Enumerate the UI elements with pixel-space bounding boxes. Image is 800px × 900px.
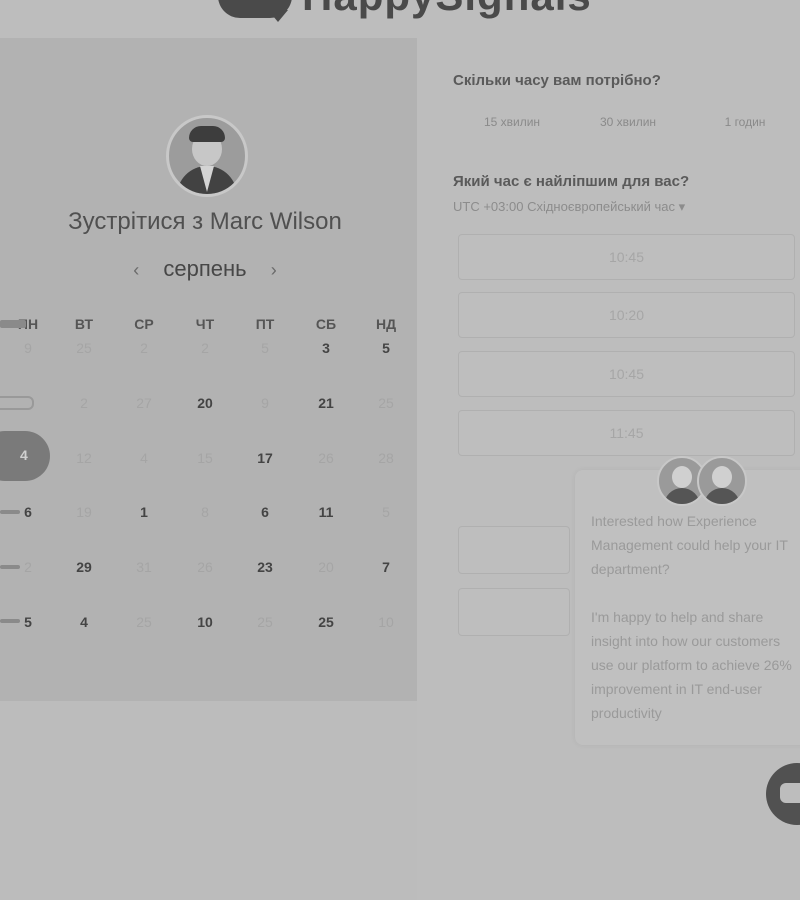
calendar-day[interactable]: 25 — [245, 614, 285, 630]
calendar-day[interactable]: 8 — [185, 504, 225, 520]
time-question: Який час є найліпшим для вас? — [453, 173, 690, 190]
chevron-right-icon[interactable]: › — [271, 260, 277, 281]
calendar-day[interactable]: 3 — [306, 340, 346, 356]
calendar-day[interactable]: 4 — [124, 450, 164, 466]
logo-icon — [218, 0, 292, 22]
calendar-day[interactable]: 12 — [64, 450, 104, 466]
calendar-day[interactable]: 29 — [64, 559, 104, 575]
calendar-day[interactable]: 23 — [245, 559, 285, 575]
calendar-day[interactable]: 20 — [306, 559, 346, 575]
calendar-day[interactable]: 9 — [8, 340, 48, 356]
calendar-day[interactable]: 25 — [366, 395, 406, 411]
calendar-day[interactable]: 25 — [124, 614, 164, 630]
calendar-day[interactable]: 7 — [366, 559, 406, 575]
time-slot[interactable]: 10:20 — [458, 292, 795, 338]
month-label: серпень — [163, 256, 247, 281]
weekday-fri: ПТ — [255, 316, 275, 332]
calendar-day[interactable]: 5 — [8, 614, 48, 630]
calendar-day[interactable]: 11 — [306, 504, 346, 520]
duration-option-15[interactable]: 15 хвилин — [458, 107, 566, 137]
selected-day-label: 4 — [20, 447, 28, 463]
weekday-wed: СР — [134, 316, 154, 332]
agent-avatar — [697, 456, 747, 506]
weekday-sun: НД — [375, 316, 397, 332]
day-outline-marker — [0, 396, 34, 410]
chat-message-p1: Interested how Experience Management cou… — [591, 513, 788, 577]
calendar-day[interactable]: 25 — [64, 340, 104, 356]
calendar-day[interactable]: 4 — [64, 614, 104, 630]
calendar-day[interactable]: 5 — [366, 340, 406, 356]
calendar-day[interactable]: 1 — [124, 504, 164, 520]
calendar-day[interactable]: 26 — [185, 559, 225, 575]
calendar-day[interactable]: 10 — [366, 614, 406, 630]
calendar-day[interactable]: 2 — [8, 559, 48, 575]
weekday-sat: СБ — [315, 316, 337, 332]
time-slot[interactable]: 11:45 — [458, 410, 795, 456]
calendar-day[interactable]: 15 — [185, 450, 225, 466]
month-navigation: ‹ серпень › — [0, 256, 410, 282]
calendar-day[interactable]: 25 — [306, 614, 346, 630]
chevron-left-icon[interactable]: ‹ — [133, 260, 139, 281]
calendar-day[interactable]: 6 — [245, 504, 285, 520]
meeting-title: Зустрітися з Marc Wilson — [68, 208, 342, 235]
calendar-day[interactable]: 27 — [124, 395, 164, 411]
calendar-day[interactable]: 5 — [366, 504, 406, 520]
calendar-day[interactable]: 21 — [306, 395, 346, 411]
selected-day[interactable]: 4 — [0, 431, 50, 481]
calendar-day[interactable]: 28 — [366, 450, 406, 466]
brand-logo-text: HappySignals — [302, 0, 592, 20]
calendar-day[interactable]: 26 — [306, 450, 346, 466]
chat-message-p2: I'm happy to help and share insight into… — [591, 609, 792, 721]
chat-bubble-icon — [780, 783, 800, 803]
chat-message: Interested how Experience Management cou… — [591, 509, 800, 725]
calendar-day[interactable]: 9 — [245, 395, 285, 411]
timezone-select[interactable]: UTC +03:00 Східноєвропейський час ▾ — [453, 199, 685, 215]
time-slot[interactable] — [458, 526, 570, 574]
calendar-day[interactable]: 2 — [64, 395, 104, 411]
calendar-day[interactable]: 2 — [124, 340, 164, 356]
calendar-day[interactable]: 5 — [245, 340, 285, 356]
calendar-day[interactable]: 19 — [64, 504, 104, 520]
calendar-day[interactable]: 20 — [185, 395, 225, 411]
top-bar: HappySignals — [0, 0, 800, 38]
duration-option-30[interactable]: 30 хвилин — [574, 107, 682, 137]
calendar-day[interactable]: 31 — [124, 559, 164, 575]
time-slot[interactable]: 10:45 — [458, 351, 795, 397]
weekday-thu: ЧТ — [195, 316, 215, 332]
calendar-day[interactable]: 2 — [185, 340, 225, 356]
time-slot[interactable]: 10:45 — [458, 234, 795, 280]
weekday-tue: ВТ — [74, 316, 94, 332]
weekday-highlight — [0, 320, 26, 328]
time-slot[interactable] — [458, 588, 570, 636]
duration-option-60[interactable]: 1 годин — [690, 107, 800, 137]
calendar-day[interactable]: 10 — [185, 614, 225, 630]
duration-question: Скільки часу вам потрібно? — [453, 72, 661, 89]
calendar-day[interactable]: 17 — [245, 450, 285, 466]
calendar-day[interactable]: 6 — [8, 504, 48, 520]
host-avatar — [166, 115, 248, 197]
